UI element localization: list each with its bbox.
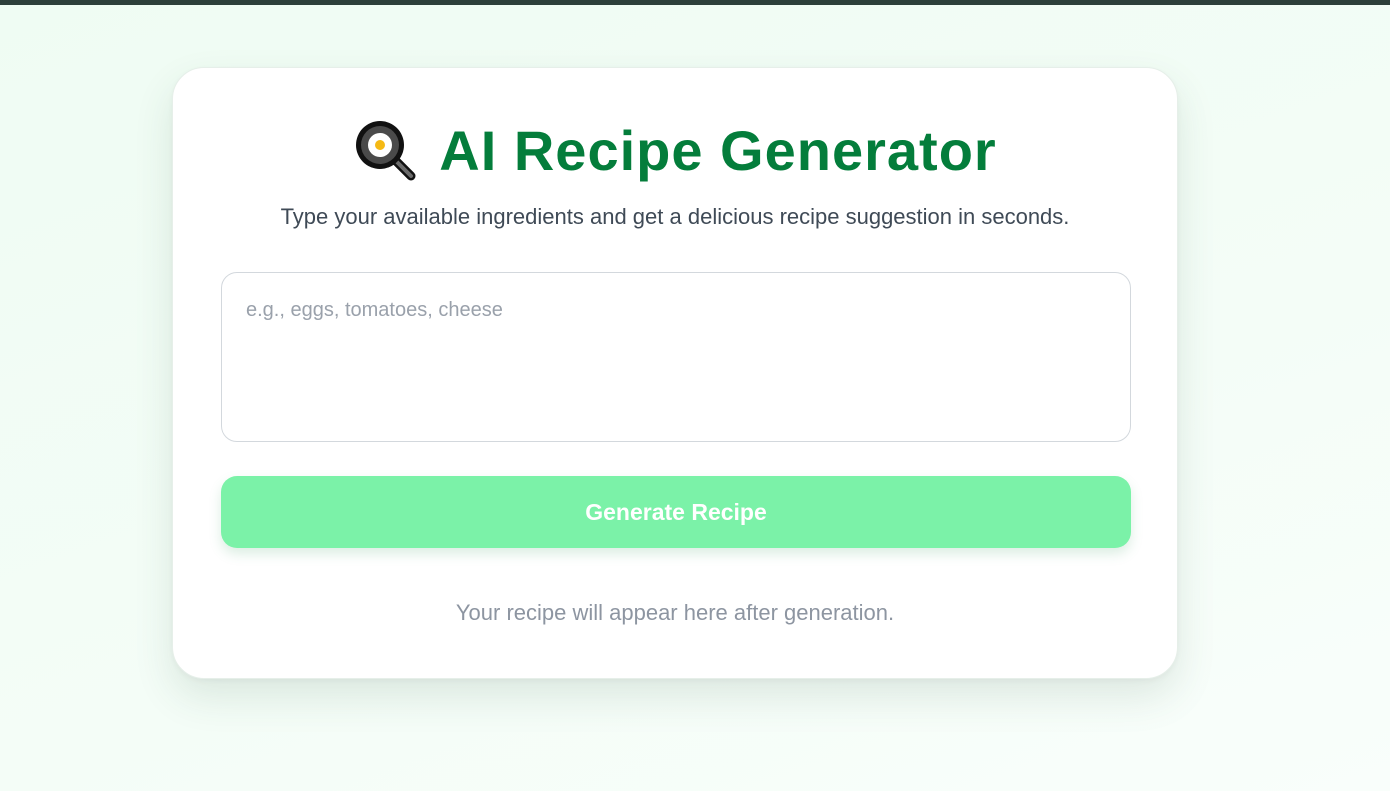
header: AI Recipe Generator xyxy=(173,116,1177,184)
ingredients-input[interactable] xyxy=(221,272,1131,442)
page-subtitle: Type your available ingredients and get … xyxy=(280,204,1070,229)
page-title: AI Recipe Generator xyxy=(439,118,997,182)
generate-recipe-button[interactable]: Generate Recipe xyxy=(221,476,1131,548)
top-window-strip xyxy=(0,0,1390,5)
frying-pan-egg-icon xyxy=(353,118,417,182)
recipe-card: AI Recipe Generator Type your available … xyxy=(172,67,1178,679)
recipe-result-placeholder: Your recipe will appear here after gener… xyxy=(455,600,895,625)
